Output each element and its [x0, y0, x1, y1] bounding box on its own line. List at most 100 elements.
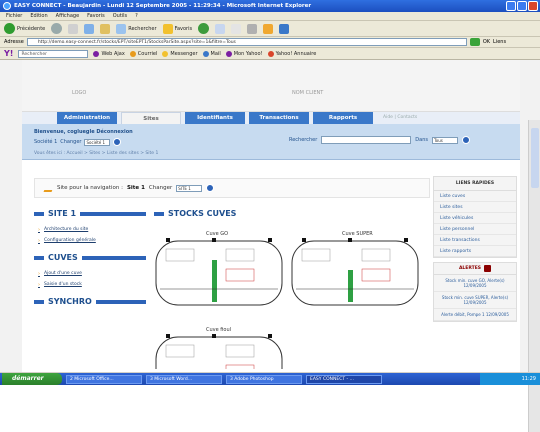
yahoo-link-directory[interactable]: Yahoo! Annuaire — [267, 50, 317, 57]
folder-icon[interactable] — [263, 23, 274, 34]
tab-identifiants[interactable]: Identifiants — [185, 112, 245, 124]
close-button[interactable] — [528, 1, 538, 11]
yahoo-link-mail[interactable]: Courriel — [129, 50, 157, 57]
search-go-button[interactable] — [462, 136, 470, 144]
tab-administration[interactable]: Administration — [57, 112, 117, 124]
nav-link-label: Ajout d'une cuve — [44, 271, 82, 276]
favorites-button[interactable]: Favoris — [162, 23, 192, 34]
refresh-icon[interactable] — [84, 23, 95, 34]
maximize-button[interactable] — [517, 1, 527, 11]
address-input[interactable]: http://demo.easy-connect.fr/stocks/EPT/s… — [26, 38, 467, 46]
yahoo-link-web[interactable]: Web Ajax — [93, 50, 125, 57]
minimize-button[interactable] — [506, 1, 516, 11]
yahoo-search-input[interactable]: Rechercher — [18, 49, 89, 58]
taskbar-item[interactable]: EASY CONNECT - ... — [306, 374, 382, 384]
alert-item[interactable]: Alerte débit, Pompe 1 12/09/2005 — [434, 309, 516, 321]
alert-item[interactable]: Stock min. cuve GO, Alerte(s) 12/09/2005 — [434, 275, 516, 292]
arrow-icon: › — [38, 270, 40, 277]
back-label: Précédente — [17, 25, 46, 32]
alert-item[interactable]: Stock min. cuve SUPER, Alerte(s) 12/09/2… — [434, 292, 516, 309]
internet-explorer-icon — [3, 2, 11, 10]
menu-item-help[interactable]: ? — [135, 12, 138, 20]
welcome-text: Bienvenue, cogluegle Déconnexion — [34, 129, 133, 135]
tank-valve — [404, 238, 408, 242]
alert-icon — [484, 265, 492, 272]
quick-link[interactable]: Liste personnel — [434, 224, 516, 235]
menu-item-favorites[interactable]: Favoris — [87, 12, 105, 20]
print-icon[interactable] — [247, 23, 258, 34]
tank-valve — [212, 334, 216, 338]
menu-item-tools[interactable]: Outils — [113, 12, 127, 20]
site-search-input[interactable] — [321, 136, 412, 144]
menu-item-view[interactable]: Affichage — [56, 12, 80, 20]
yahoo-toolbar: Y! Rechercher Web Ajax Courriel Messenge… — [0, 48, 540, 60]
alerts-box: ALERTES Stock min. cuve GO, Alerte(s) 12… — [433, 262, 517, 322]
yahoo-link-label: Messenger — [170, 50, 198, 57]
start-button[interactable]: démarrer — [2, 373, 62, 385]
yahoo-link-messenger[interactable]: Messenger — [162, 50, 198, 57]
yahoo-link-label: Yahoo! Annuaire — [275, 50, 317, 57]
quick-links-box: LIENS RAPIDES Liste cuves Liste sites Li… — [433, 176, 517, 258]
tab-rapports[interactable]: Rapports — [313, 112, 373, 124]
link-architecture[interactable]: › Architecture du site — [34, 224, 146, 235]
quick-link[interactable]: Liste sites — [434, 202, 516, 213]
yahoo-link-email[interactable]: Mail — [202, 50, 221, 57]
menu-item-edit[interactable]: Edition — [30, 12, 47, 20]
mail-icon[interactable] — [231, 23, 242, 34]
link-stock-entry[interactable]: › Saisie d'un stock — [34, 279, 146, 290]
company-go-button[interactable] — [113, 138, 122, 146]
quick-links-heading: LIENS RAPIDES — [434, 177, 516, 191]
stop-icon[interactable] — [68, 23, 79, 34]
forward-arrow-icon[interactable] — [51, 23, 63, 34]
link-add-tank[interactable]: › Ajout d'une cuve — [34, 268, 146, 279]
scroll-thumb[interactable] — [531, 128, 539, 188]
taskbar-item[interactable]: 3 Adobe Photoshop — [226, 374, 302, 384]
tank-name-label: Cuve SUPER — [342, 231, 373, 237]
back-button[interactable]: Précédente — [4, 23, 45, 34]
right-sidebar: LIENS RAPIDES Liste cuves Liste sites Li… — [430, 172, 520, 372]
taskbar-item[interactable]: 3 Microsoft Word... — [146, 374, 222, 384]
yahoo-logo-icon[interactable]: Y! — [4, 49, 13, 58]
tab-sites[interactable]: Sites — [121, 112, 181, 124]
taskbar-item[interactable]: 2 Microsoft Office... — [66, 374, 142, 384]
section-title: CUVES — [48, 253, 78, 262]
help-contacts-links[interactable]: Aide | Contacts — [383, 112, 417, 124]
tank-info-box — [225, 248, 255, 262]
company-selector: Société 1 Changer Société 1 — [34, 138, 122, 146]
windows-taskbar: démarrer 2 Microsoft Office... 3 Microso… — [0, 373, 540, 385]
media-icon[interactable] — [198, 23, 210, 34]
company-select[interactable]: Société 1 — [84, 138, 111, 146]
quick-link[interactable]: Liste rapports — [434, 246, 516, 257]
tank-alert-box — [225, 268, 255, 282]
tank-info-box — [165, 248, 195, 262]
messenger-icon[interactable] — [279, 23, 290, 34]
links-label[interactable]: Liens — [493, 39, 506, 45]
go-button[interactable] — [469, 38, 480, 46]
vertical-scrollbar[interactable] — [528, 120, 540, 432]
quick-link[interactable]: Liste transactions — [434, 235, 516, 246]
yahoo-link-my[interactable]: Mon Yahoo! — [225, 50, 263, 57]
quick-link[interactable]: Liste véhicules — [434, 213, 516, 224]
site-select[interactable]: SITE 1 — [176, 184, 203, 192]
heading-bar — [95, 299, 146, 304]
filter-select[interactable]: Tous — [432, 136, 458, 144]
star-icon — [162, 23, 173, 34]
web-page: LOGO NOM CLIENT Administration Sites Ide… — [22, 60, 520, 402]
nav-link-label: Configuration générale — [44, 238, 96, 243]
quick-link[interactable]: Liste cuves — [434, 191, 516, 202]
tank-valve — [212, 238, 216, 242]
tab-transactions[interactable]: Transactions — [249, 112, 309, 124]
tank-level-gauge — [348, 270, 353, 302]
home-icon[interactable] — [100, 23, 111, 34]
section-title: SITE 1 — [48, 209, 77, 218]
client-name: NOM CLIENT — [292, 90, 324, 96]
history-icon[interactable] — [215, 23, 226, 34]
section-heading-site: SITE 1 — [34, 208, 146, 219]
site-go-button[interactable] — [206, 184, 215, 192]
go-label[interactable]: OK — [483, 39, 490, 45]
search-button[interactable]: Rechercher — [116, 23, 157, 34]
tank-valve — [268, 238, 272, 242]
site-navigation-bar: Site pour la navigation : Site 1 Changer… — [34, 178, 430, 198]
link-configuration[interactable]: › Configuration générale — [34, 235, 146, 246]
menu-item-file[interactable]: Fichier — [6, 12, 22, 20]
